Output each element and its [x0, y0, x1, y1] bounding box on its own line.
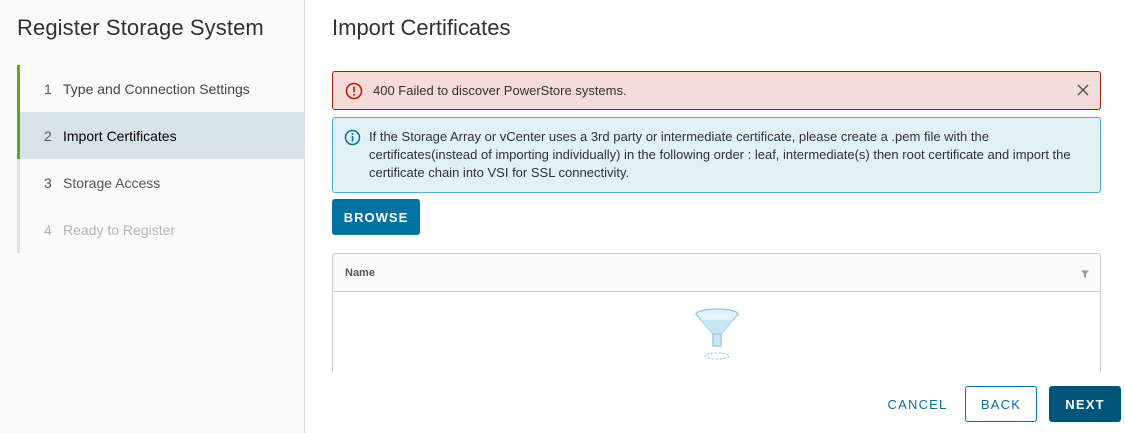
step-label: Storage Access [63, 174, 161, 191]
error-circle-icon [345, 82, 363, 99]
wizard-step-storage-access[interactable]: 3 Storage Access [17, 159, 305, 206]
empty-filter-funnel-icon [695, 308, 739, 360]
wizard-title: Register Storage System [17, 15, 264, 40]
filter-icon[interactable] [1080, 269, 1090, 279]
step-number: 1 [44, 80, 52, 97]
step-label: Ready to Register [63, 221, 176, 238]
close-icon[interactable] [1074, 81, 1092, 99]
back-button[interactable]: BACK [965, 386, 1037, 422]
wizard-step-type-and-connection[interactable]: 1 Type and Connection Settings [17, 65, 305, 112]
wizard-steps: 1 Type and Connection Settings 2 Import … [17, 65, 305, 253]
wizard-step-ready-to-register: 4 Ready to Register [17, 206, 305, 253]
browse-button[interactable]: BROWSE [332, 199, 420, 235]
cancel-button[interactable]: CANCEL [876, 386, 959, 422]
wizard-step-import-certificates[interactable]: 2 Import Certificates [17, 112, 305, 159]
column-header-name[interactable]: Name [333, 254, 1100, 292]
step-number: 4 [44, 221, 52, 238]
error-alert-text: 400 Failed to discover PowerStore system… [373, 83, 627, 98]
step-number: 3 [44, 174, 52, 191]
info-alert: If the Storage Array or vCenter uses a 3… [332, 117, 1101, 193]
page-title: Import Certificates [332, 15, 511, 40]
main-content: Import Certificates 400 Failed to discov… [305, 0, 1125, 433]
wizard-sidebar: Register Storage System 1 Type and Conne… [0, 0, 305, 433]
next-button[interactable]: NEXT [1049, 386, 1121, 422]
info-circle-icon [344, 129, 361, 146]
info-alert-text: If the Storage Array or vCenter uses a 3… [369, 129, 1071, 180]
certificates-datagrid: Name [332, 253, 1101, 373]
column-header-label: Name [345, 266, 375, 279]
step-label: Import Certificates [63, 127, 177, 144]
step-label: Type and Connection Settings [63, 80, 250, 97]
error-alert: 400 Failed to discover PowerStore system… [332, 71, 1101, 110]
step-number: 2 [44, 127, 52, 144]
